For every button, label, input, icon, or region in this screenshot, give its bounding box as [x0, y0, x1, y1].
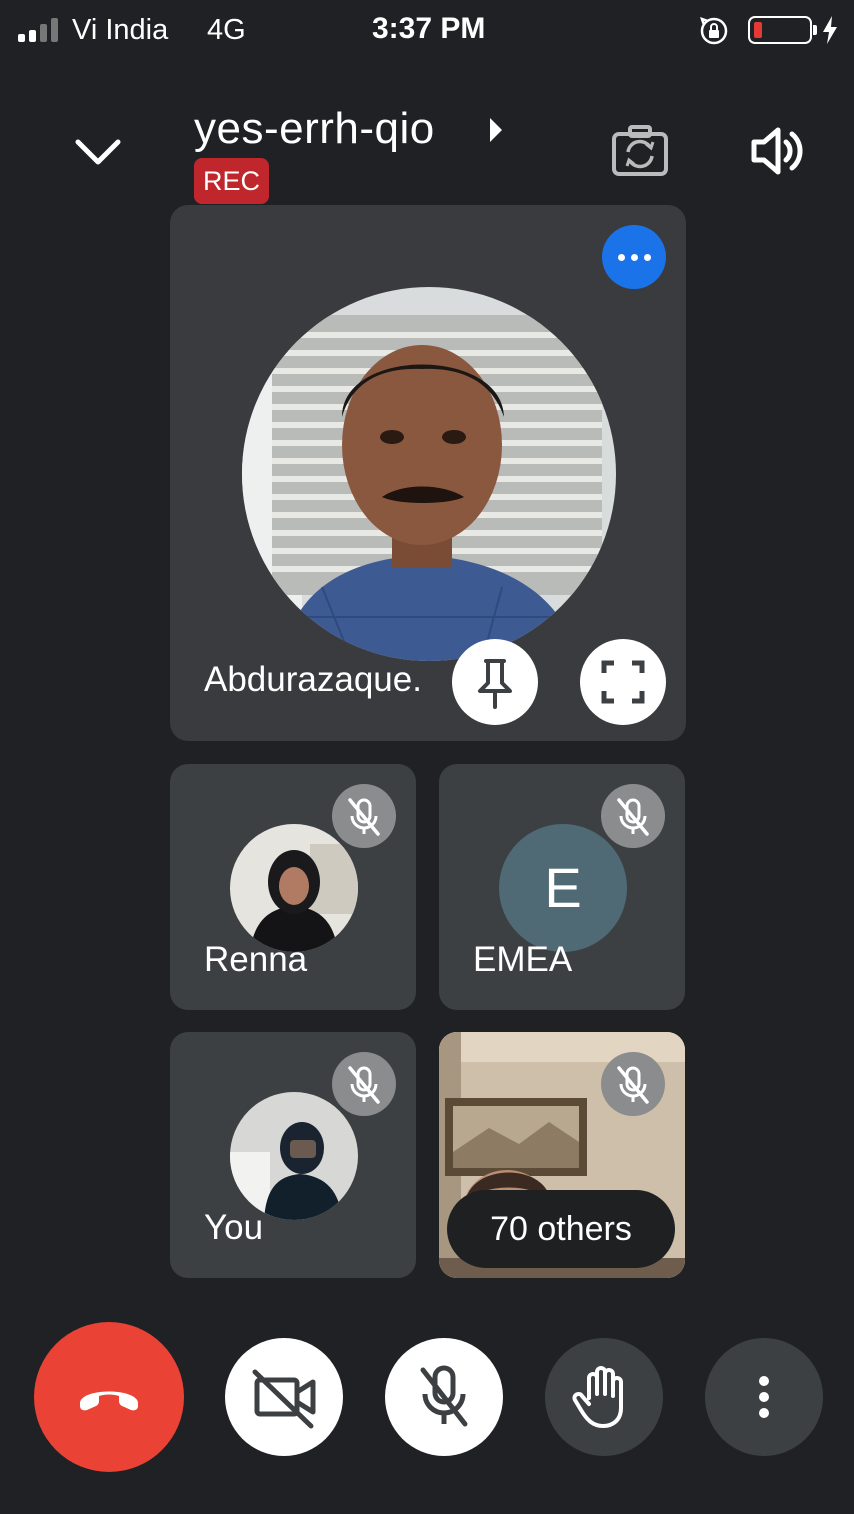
- network-label: 4G: [207, 14, 246, 46]
- mic-off-icon: [601, 1052, 665, 1116]
- fullscreen-button[interactable]: [580, 639, 666, 725]
- mic-off-icon: [332, 784, 396, 848]
- fullscreen-icon: [601, 660, 645, 704]
- pin-button[interactable]: [452, 639, 538, 725]
- hand-icon: [572, 1366, 623, 1428]
- participant-name: Renna: [204, 940, 308, 979]
- pin-icon: [478, 659, 512, 709]
- phone-hangup-icon: [80, 1391, 138, 1411]
- camera-toggle-button[interactable]: [225, 1338, 343, 1456]
- mic-off-icon: [332, 1052, 396, 1116]
- camera-off-icon: [252, 1369, 316, 1429]
- signal-icon: [18, 16, 58, 42]
- participant-name: EMEA: [473, 940, 573, 979]
- recording-badge: REC: [194, 158, 269, 204]
- participant-video: [242, 287, 616, 661]
- main-participant-tile[interactable]: Abdurazaque.: [170, 205, 686, 741]
- participant-name: You: [204, 1208, 264, 1247]
- mic-off-icon: [601, 784, 665, 848]
- meeting-details-arrow-icon[interactable]: [488, 116, 504, 144]
- clock: 3:37 PM: [372, 12, 486, 45]
- status-bar: Vi India 4G 3:37 PM: [0, 0, 854, 60]
- charging-icon: [823, 16, 837, 44]
- more-options-button[interactable]: [705, 1338, 823, 1456]
- mic-toggle-button[interactable]: [385, 1338, 503, 1456]
- participant-name: Abdurazaque.: [204, 660, 422, 699]
- speaker-button[interactable]: [748, 122, 810, 180]
- others-count-chip[interactable]: 70 others: [447, 1190, 675, 1268]
- end-call-button[interactable]: [34, 1322, 184, 1472]
- mic-off-icon: [420, 1365, 468, 1427]
- rotation-lock-icon: [700, 17, 728, 45]
- participant-tile[interactable]: You: [170, 1032, 416, 1278]
- tile-options-button[interactable]: [602, 225, 666, 289]
- battery-icon: [748, 16, 817, 44]
- meeting-code[interactable]: yes-errh-qio: [194, 104, 435, 154]
- participant-tile[interactable]: Renna: [170, 764, 416, 1010]
- switch-camera-button[interactable]: [608, 122, 672, 180]
- carrier-label: Vi India: [72, 14, 169, 46]
- others-tile[interactable]: 70 others: [439, 1032, 685, 1278]
- participant-tile[interactable]: E EMEA: [439, 764, 685, 1010]
- more-vertical-icon: [759, 1376, 769, 1418]
- raise-hand-button[interactable]: [545, 1338, 663, 1456]
- collapse-button[interactable]: [70, 128, 126, 176]
